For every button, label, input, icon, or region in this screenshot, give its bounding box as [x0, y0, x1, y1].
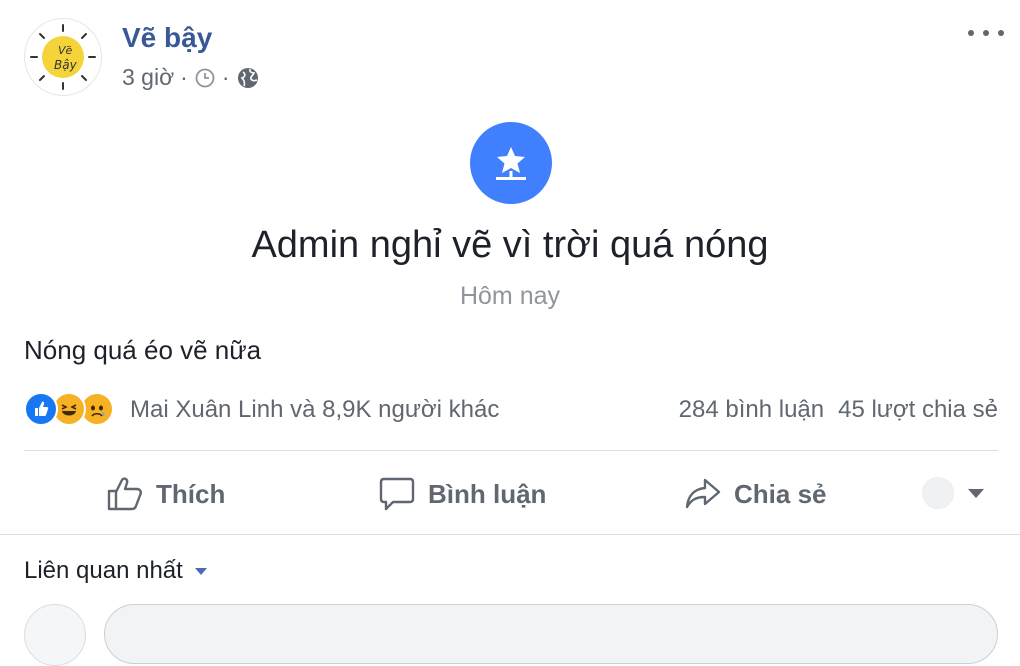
comment-count-link[interactable]: 284 bình luận — [679, 396, 824, 424]
meta-separator: · — [180, 64, 188, 90]
comment-sort-dropdown[interactable]: Liên quan nhất — [24, 557, 207, 585]
share-button[interactable]: Chia sẻ — [684, 474, 827, 514]
engagement-counts: 284 bình luận 45 lượt chia sẻ — [679, 396, 998, 424]
event-star-icon — [470, 122, 552, 204]
caret-down-icon — [194, 567, 207, 575]
logo-line-1: Vẽ — [58, 44, 73, 57]
divider — [24, 450, 998, 451]
clock-icon — [195, 68, 215, 87]
reaction-summary[interactable]: Mai Xuân Linh và 8,9K người khác — [130, 396, 499, 424]
chevron-down-icon — [968, 488, 984, 498]
thumbs-up-icon — [107, 477, 142, 511]
comment-input[interactable] — [104, 604, 998, 664]
meta-separator-2: · — [221, 64, 230, 90]
comment-label: Bình luận — [428, 478, 547, 509]
reaction-identity-selector[interactable] — [922, 477, 984, 509]
globe-icon[interactable] — [236, 66, 260, 90]
divider — [0, 534, 1020, 535]
more-dot — [983, 30, 989, 36]
comment-button[interactable]: Bình luận — [378, 474, 546, 514]
identity-avatar — [922, 477, 954, 509]
post-timestamp[interactable]: 3 giờ — [122, 64, 174, 91]
logo-line-2: Bậy — [54, 58, 78, 72]
like-button[interactable]: Thích — [106, 474, 225, 514]
page-name-link[interactable]: Vẽ bậy — [122, 22, 212, 54]
page-avatar[interactable]: Vẽ Bậy — [24, 18, 102, 96]
share-label: Chia sẻ — [734, 478, 827, 509]
post-meta: 3 giờ · · — [122, 64, 260, 91]
comment-bubble-icon — [379, 477, 415, 511]
event-title[interactable]: Admin nghỉ vẽ vì trời quá nóng — [0, 224, 1020, 267]
sort-label: Liên quan nhất — [24, 557, 183, 584]
like-icon — [24, 392, 58, 426]
ve-bay-logo-icon: Vẽ Bậy — [30, 24, 96, 90]
user-avatar[interactable] — [24, 604, 86, 666]
post-text: Nóng quá éo vẽ nữa — [24, 335, 262, 365]
more-dot — [968, 30, 974, 36]
like-label: Thích — [156, 478, 226, 509]
reaction-icons[interactable] — [24, 392, 114, 426]
share-arrow-icon — [685, 478, 721, 509]
event-date: Hôm nay — [459, 282, 561, 310]
more-dot — [998, 30, 1004, 36]
share-count-link[interactable]: 45 lượt chia sẻ — [838, 396, 998, 424]
more-options-button[interactable] — [968, 20, 1004, 46]
